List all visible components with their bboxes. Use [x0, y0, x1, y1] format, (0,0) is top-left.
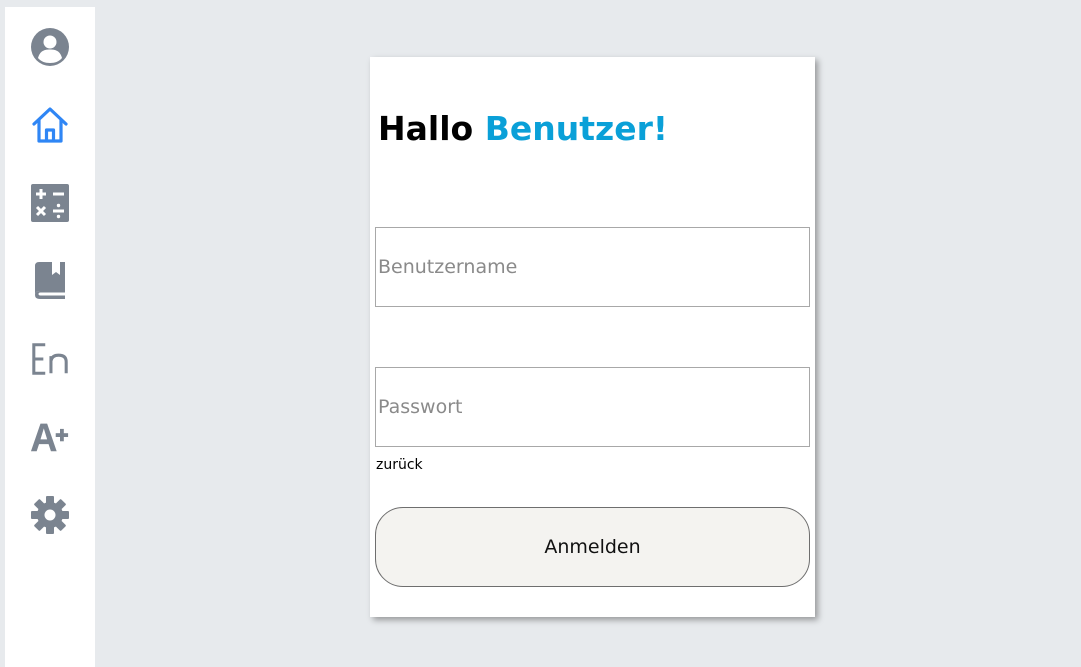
sidebar	[5, 7, 95, 667]
sidebar-item-calculator[interactable]	[30, 183, 70, 223]
sidebar-item-settings[interactable]	[30, 495, 70, 535]
login-button[interactable]: Anmelden	[375, 507, 810, 587]
back-link[interactable]: zurück	[376, 457, 423, 473]
book-icon	[35, 262, 65, 299]
settings-gear-icon	[31, 496, 69, 534]
greeting-text: Hallo	[378, 109, 474, 148]
greeting-username: Benutzer!	[484, 109, 668, 148]
home-icon	[32, 107, 68, 143]
greeting-heading: Hallo Benutzer!	[378, 107, 668, 151]
sidebar-item-font-size[interactable]	[30, 417, 70, 457]
user-profile-icon	[31, 28, 69, 66]
sidebar-item-library[interactable]	[30, 261, 70, 301]
login-card: Hallo Benutzer! zurück Anmelden	[370, 57, 815, 617]
sidebar-item-language[interactable]	[30, 339, 70, 379]
sidebar-item-profile[interactable]	[30, 27, 70, 67]
font-size-increase-icon	[30, 423, 69, 452]
language-icon	[32, 343, 68, 375]
calculator-icon	[31, 184, 69, 222]
sidebar-item-home[interactable]	[30, 105, 70, 145]
password-input[interactable]	[375, 367, 810, 447]
username-input[interactable]	[375, 227, 810, 307]
